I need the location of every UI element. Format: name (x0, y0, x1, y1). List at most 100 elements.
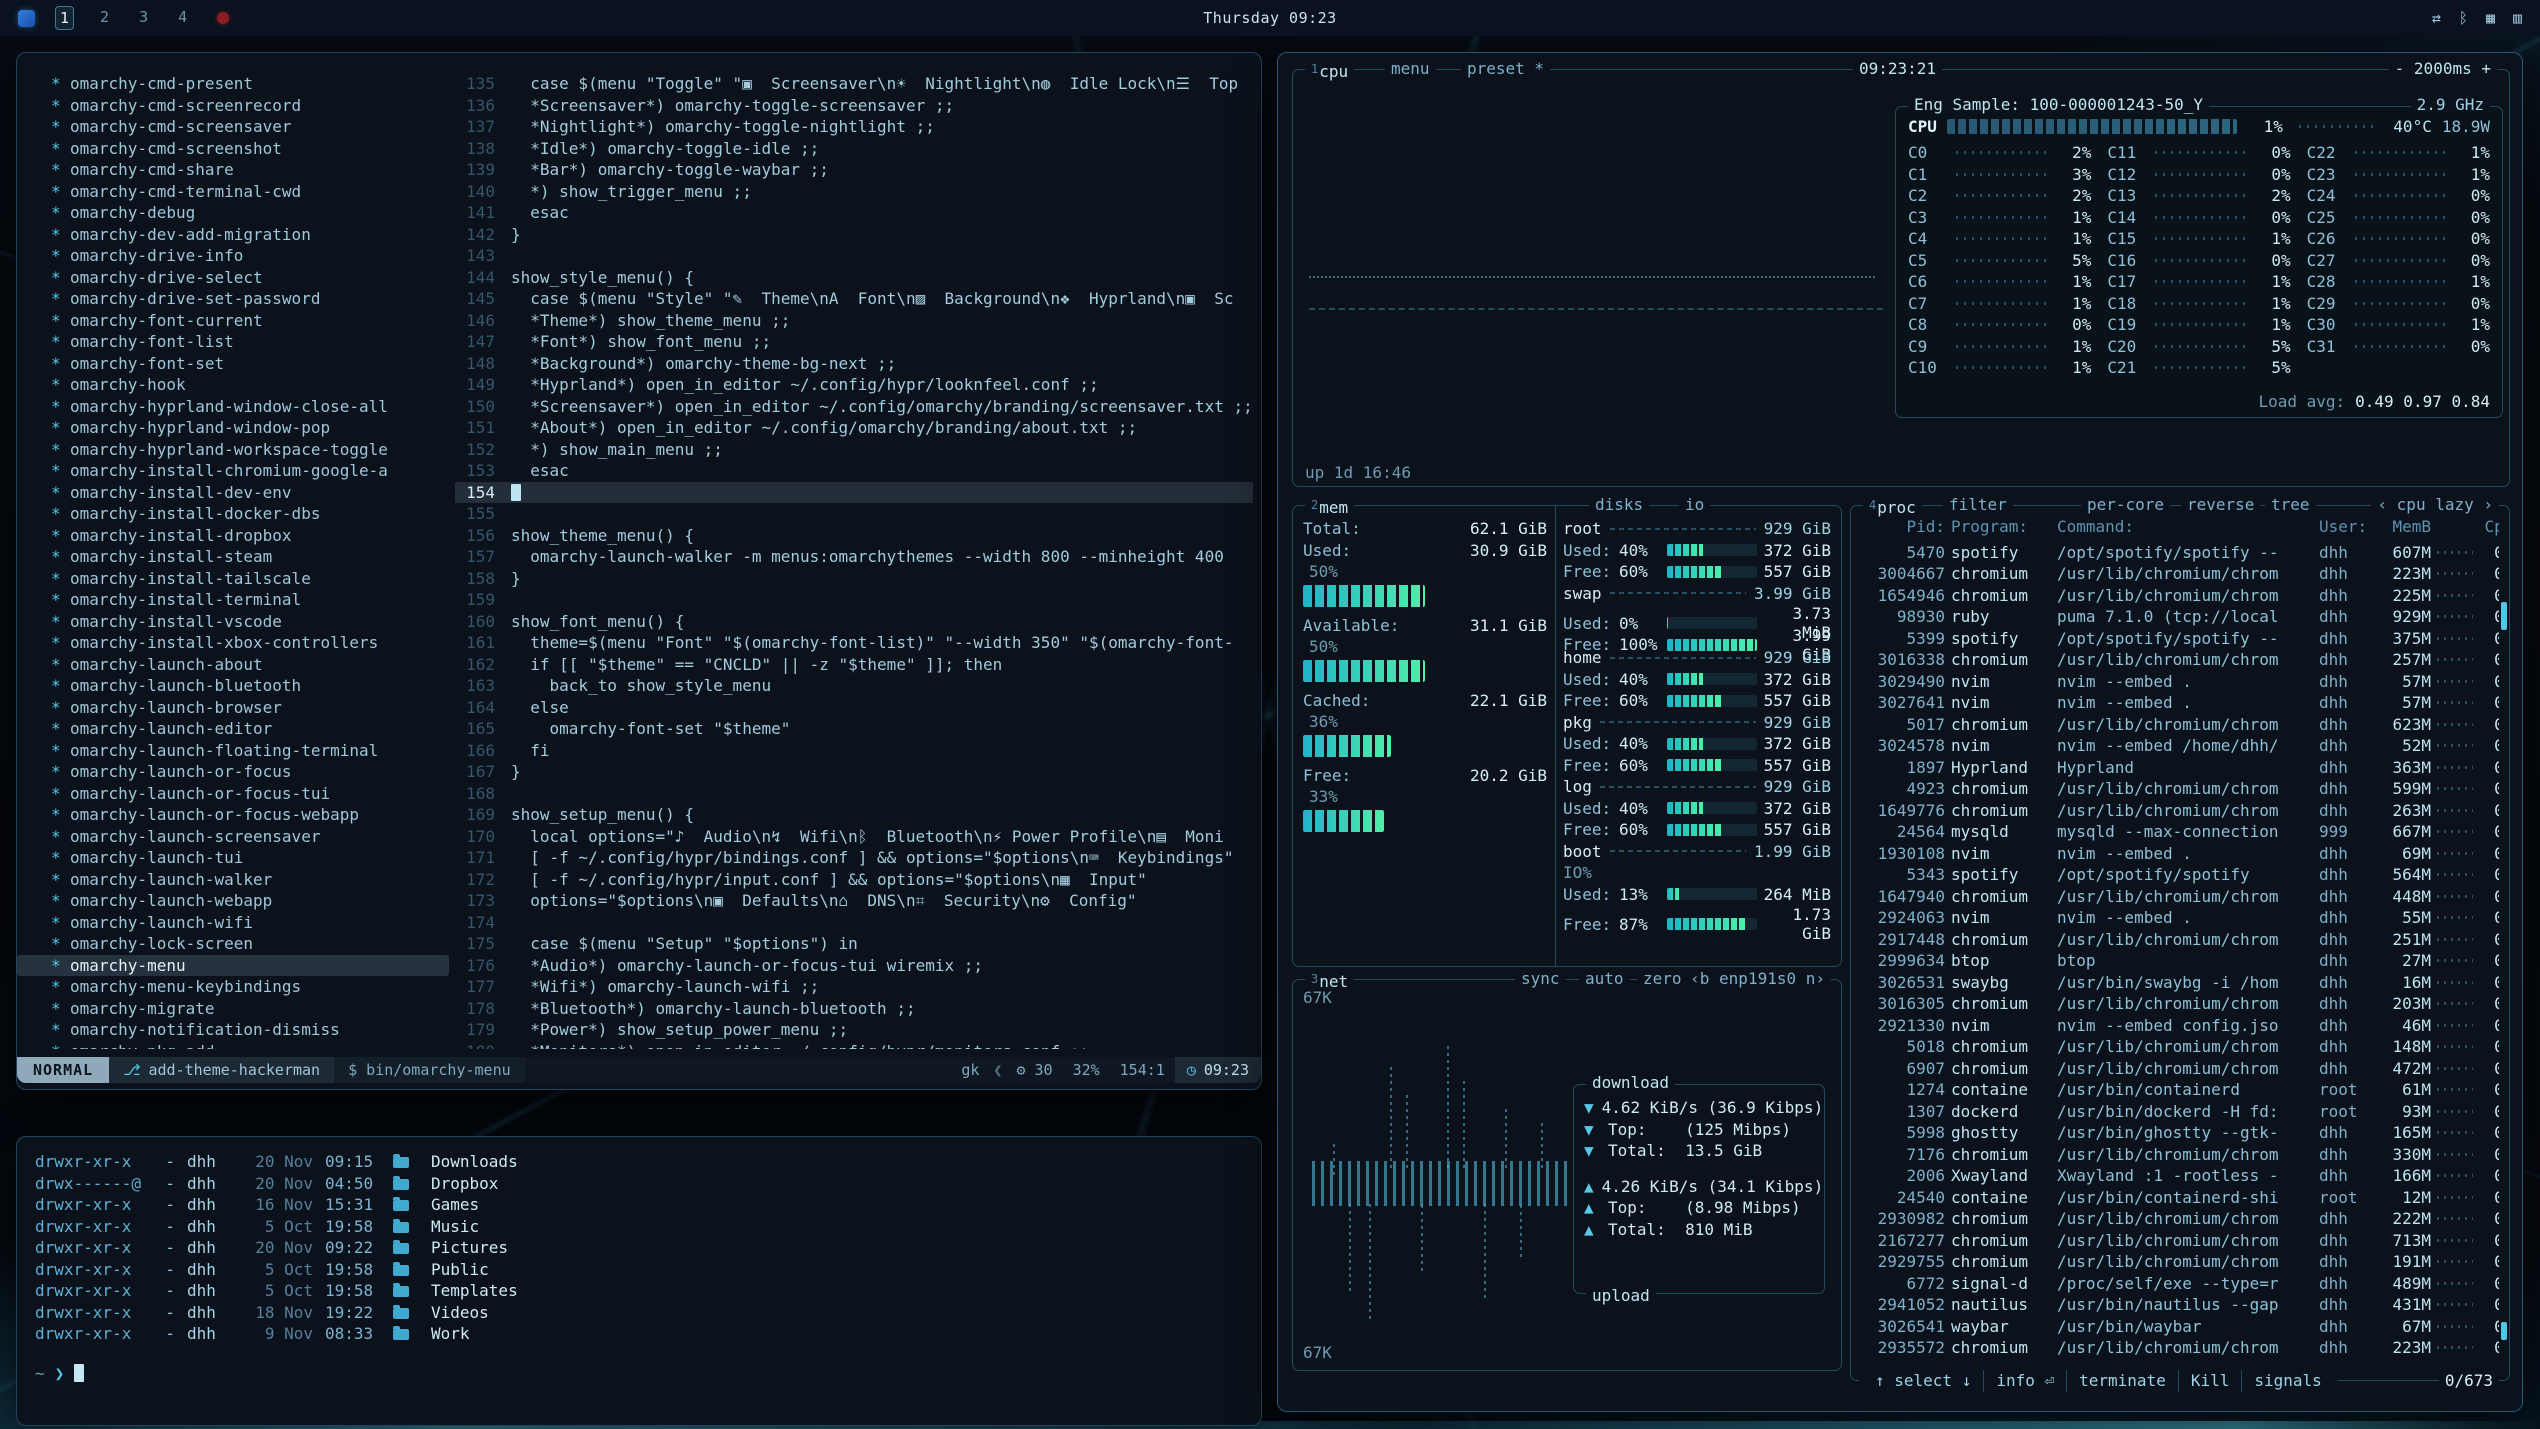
header-command[interactable]: Command: (2057, 516, 2313, 538)
code-line[interactable]: 138 *Idle*) omarchy-toggle-idle ;; (455, 138, 1253, 160)
file-item[interactable]: * omarchy-install-docker-dbs (17, 503, 449, 525)
process-row[interactable]: 5018 chromium /usr/lib/chromium/chrom dh… (1863, 1036, 2499, 1058)
per-core-toggle[interactable]: per-core (2081, 494, 2170, 516)
process-row[interactable]: 1649776 chromium /usr/lib/chromium/chrom… (1863, 800, 2499, 822)
footer-action-button[interactable]: Kill (2179, 1370, 2243, 1392)
file-item[interactable]: * omarchy-install-tailscale (17, 568, 449, 590)
header-pid[interactable]: Pid: (1863, 516, 1945, 538)
code-line[interactable]: 137 *Nightlight*) omarchy-toggle-nightli… (455, 116, 1253, 138)
bluetooth-icon[interactable]: ᛒ (2459, 9, 2468, 27)
file-item[interactable]: * omarchy-dev-add-migration (17, 224, 449, 246)
header-user[interactable]: User: (2319, 516, 2367, 538)
footer-action-button[interactable]: signals (2242, 1370, 2333, 1392)
file-item[interactable]: * omarchy-font-set (17, 353, 449, 375)
process-row[interactable]: 5343 spotify /opt/spotify/spotify dhh 56… (1863, 864, 2499, 886)
file-item[interactable]: * omarchy-launch-or-focus (17, 761, 449, 783)
interface-selector[interactable]: ‹b enp191s0 n› (1684, 968, 1831, 990)
code-line[interactable]: 172 [ -f ~/.config/hypr/input.conf ] && … (455, 869, 1253, 891)
process-row[interactable]: 6907 chromium /usr/lib/chromium/chrom dh… (1863, 1058, 2499, 1080)
process-row[interactable]: 98930 ruby puma 7.1.0 (tcp://local dhh 9… (1863, 606, 2499, 628)
file-item[interactable]: * omarchy-drive-info (17, 245, 449, 267)
mem-panel-title[interactable]: 2mem (1305, 494, 1354, 519)
process-row[interactable]: 24540 containe /usr/bin/containerd-shi r… (1863, 1187, 2499, 1209)
footer-action-button[interactable]: info ⏎ (1984, 1370, 2067, 1392)
menu-button[interactable]: menu (1385, 58, 1436, 80)
screencast-icon[interactable]: ⇄ (2432, 9, 2441, 27)
clock[interactable]: Thursday 09:23 (0, 9, 2540, 27)
code-line[interactable]: 154 } (455, 482, 1253, 504)
filter-button[interactable]: filter (1943, 494, 2013, 516)
code-line[interactable]: 140 *) show_trigger_menu ;; (455, 181, 1253, 203)
interval-decrease-button[interactable]: - (2395, 59, 2405, 78)
file-item[interactable]: * omarchy-menu-keybindings (17, 976, 449, 998)
code-line[interactable]: 148 *Background*) omarchy-theme-bg-next … (455, 353, 1253, 375)
code-line[interactable]: 162 if [[ "$theme" == "CNCLD" || -z "$th… (455, 654, 1253, 676)
file-item[interactable]: * omarchy-font-current (17, 310, 449, 332)
code-line[interactable]: 157 omarchy-launch-walker -m menus:omarc… (455, 546, 1253, 568)
file-item[interactable]: * omarchy-migrate (17, 998, 449, 1020)
file-item[interactable]: * omarchy-notification-dismiss (17, 1019, 449, 1041)
process-row[interactable]: 3027641 nvim nvim --embed . dhh 57M 0.0 (1863, 692, 2499, 714)
code-line[interactable]: 163 back_to show_style_menu (455, 675, 1253, 697)
file-item[interactable]: * omarchy-launch-or-focus-tui (17, 783, 449, 805)
code-line[interactable]: 144 show_style_menu() { (455, 267, 1253, 289)
code-line[interactable]: 153 esac (455, 460, 1253, 482)
file-item[interactable]: * omarchy-debug (17, 202, 449, 224)
disks-tab[interactable]: disks (1589, 494, 1649, 516)
zero-tab[interactable]: zero (1637, 968, 1688, 990)
preset-button[interactable]: preset * (1461, 58, 1550, 80)
process-row[interactable]: 2924063 nvim nvim --embed . dhh 55M 0.0 (1863, 907, 2499, 929)
footer-action-button[interactable]: ↑ select ↓ (1863, 1370, 1984, 1392)
file-item[interactable]: * omarchy-install-vscode (17, 611, 449, 633)
code-line[interactable]: 151 *About*) open_in_editor ~/.config/om… (455, 417, 1253, 439)
reverse-toggle[interactable]: reverse (2181, 494, 2260, 516)
process-row[interactable]: 2999634 btop btop dhh 27M 0.0 (1863, 950, 2499, 972)
file-item[interactable]: * omarchy-launch-bluetooth (17, 675, 449, 697)
code-line[interactable]: 179 *Power*) show_setup_power_menu ;; (455, 1019, 1253, 1041)
code-line[interactable]: 152 *) show_main_menu ;; (455, 439, 1253, 461)
code-line[interactable]: 169 show_setup_menu() { (455, 804, 1253, 826)
file-item[interactable]: * omarchy-install-dropbox (17, 525, 449, 547)
code-line[interactable]: 141 esac (455, 202, 1253, 224)
file-item[interactable]: * omarchy-launch-wifi (17, 912, 449, 934)
file-item[interactable]: * omarchy-pkg-add (17, 1041, 449, 1050)
code-line[interactable]: 155 (455, 503, 1253, 525)
code-line[interactable]: 164 else (455, 697, 1253, 719)
code-line[interactable]: 143 (455, 245, 1253, 267)
scrollbar-thumb-bottom[interactable] (2501, 1322, 2507, 1340)
file-item[interactable]: * omarchy-drive-set-password (17, 288, 449, 310)
file-item[interactable]: * omarchy-launch-floating-terminal (17, 740, 449, 762)
file-item[interactable]: * omarchy-install-chromium-google-a (17, 460, 449, 482)
file-item[interactable]: * omarchy-hook (17, 374, 449, 396)
process-row[interactable]: 3024578 nvim nvim --embed /home/dhh/ dhh… (1863, 735, 2499, 757)
code-line[interactable]: 146 *Theme*) show_theme_menu ;; (455, 310, 1253, 332)
sort-selector[interactable]: ‹ cpu lazy › (2371, 494, 2499, 516)
process-row[interactable]: 1930108 nvim nvim --embed . dhh 69M 0.0 (1863, 843, 2499, 865)
file-item[interactable]: * omarchy-launch-browser (17, 697, 449, 719)
code-line[interactable]: 176 *Audio*) omarchy-launch-or-focus-tui… (455, 955, 1253, 977)
footer-action-button[interactable]: terminate (2067, 1370, 2179, 1392)
code-line[interactable]: 150 *Screensaver*) open_in_editor ~/.con… (455, 396, 1253, 418)
file-item[interactable]: * omarchy-install-terminal (17, 589, 449, 611)
file-item[interactable]: * omarchy-launch-walker (17, 869, 449, 891)
file-item[interactable]: * omarchy-launch-editor (17, 718, 449, 740)
tree-toggle[interactable]: tree (2265, 494, 2316, 516)
file-item[interactable]: * omarchy-cmd-terminal-cwd (17, 181, 449, 203)
header-cpu[interactable]: Cpu% (2479, 516, 2499, 538)
file-item[interactable]: * omarchy-hyprland-workspace-toggle (17, 439, 449, 461)
sync-tab[interactable]: sync (1515, 968, 1566, 990)
code-line[interactable]: 180 *Monitors*) open_in_editor ~/.config… (455, 1041, 1253, 1050)
code-line[interactable]: 173 options="$options\n▣ Defaults\n⌂ DNS… (455, 890, 1253, 912)
auto-tab[interactable]: auto (1579, 968, 1630, 990)
header-program[interactable]: Program: (1951, 516, 2051, 538)
file-item[interactable]: * omarchy-launch-webapp (17, 890, 449, 912)
code-line[interactable]: 177 *Wifi*) omarchy-launch-wifi ;; (455, 976, 1253, 998)
process-row[interactable]: 2941052 nautilus /usr/bin/nautilus --gap… (1863, 1294, 2499, 1316)
process-row[interactable]: 24564 mysqld mysqld --max-connection 999… (1863, 821, 2499, 843)
file-item[interactable]: * omarchy-drive-select (17, 267, 449, 289)
process-row[interactable]: 1897 Hyprland Hyprland dhh 363M 0.0 (1863, 757, 2499, 779)
code-line[interactable]: 149 *Hyprland*) open_in_editor ~/.config… (455, 374, 1253, 396)
process-row[interactable]: 5399 spotify /opt/spotify/spotify -- dhh… (1863, 628, 2499, 650)
file-item[interactable]: * omarchy-launch-tui (17, 847, 449, 869)
process-row[interactable]: 1307 dockerd /usr/bin/dockerd -H fd: roo… (1863, 1101, 2499, 1123)
